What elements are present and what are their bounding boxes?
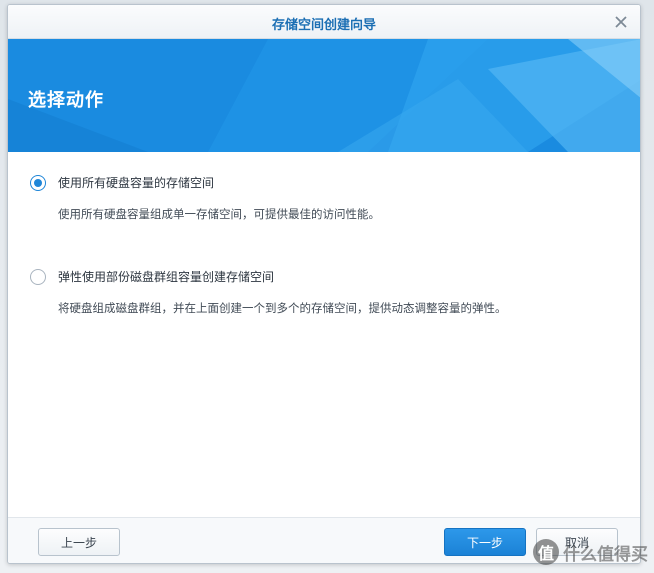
title-bar[interactable]: 存储空间创建向导 (8, 5, 640, 39)
watermark: 值 什么值得买 (533, 539, 648, 565)
option-flexible-capacity-description: 将硬盘组成磁盘群组，并在上面创建一个到多个的存储空间，提供动态调整容量的弹性。 (58, 301, 507, 315)
step-heading: 选择动作 (28, 90, 104, 111)
back-button[interactable]: 上一步 (38, 528, 120, 556)
header-banner: 选择动作 (8, 39, 640, 152)
option-full-capacity[interactable]: 使用所有硬盘容量的存储空间 (30, 174, 214, 191)
radio-full-capacity[interactable] (30, 174, 46, 191)
option-flexible-capacity[interactable]: 弹性使用部份磁盘群组容量创建存储空间 (30, 268, 274, 285)
option-flexible-capacity-label: 弹性使用部份磁盘群组容量创建存储空间 (58, 270, 275, 284)
option-full-capacity-label: 使用所有硬盘容量的存储空间 (58, 176, 215, 190)
radio-flexible-capacity[interactable] (30, 268, 46, 285)
options-panel: 使用所有硬盘容量的存储空间 使用所有硬盘容量组成单一存储空间，可提供最佳的访问性… (8, 152, 640, 512)
option-full-capacity-description: 使用所有硬盘容量组成单一存储空间，可提供最佳的访问性能。 (58, 207, 380, 221)
window-title: 存储空间创建向导 (271, 18, 376, 33)
watermark-badge-icon: 值 (533, 539, 559, 565)
watermark-text: 什么值得买 (563, 544, 648, 565)
next-button[interactable]: 下一步 (444, 528, 526, 556)
wizard-window: 存储空间创建向导 选择动作 使用所有硬盘容量的存储空间 使用所有硬盘容量组成单一… (7, 4, 641, 564)
close-icon[interactable] (612, 13, 630, 31)
